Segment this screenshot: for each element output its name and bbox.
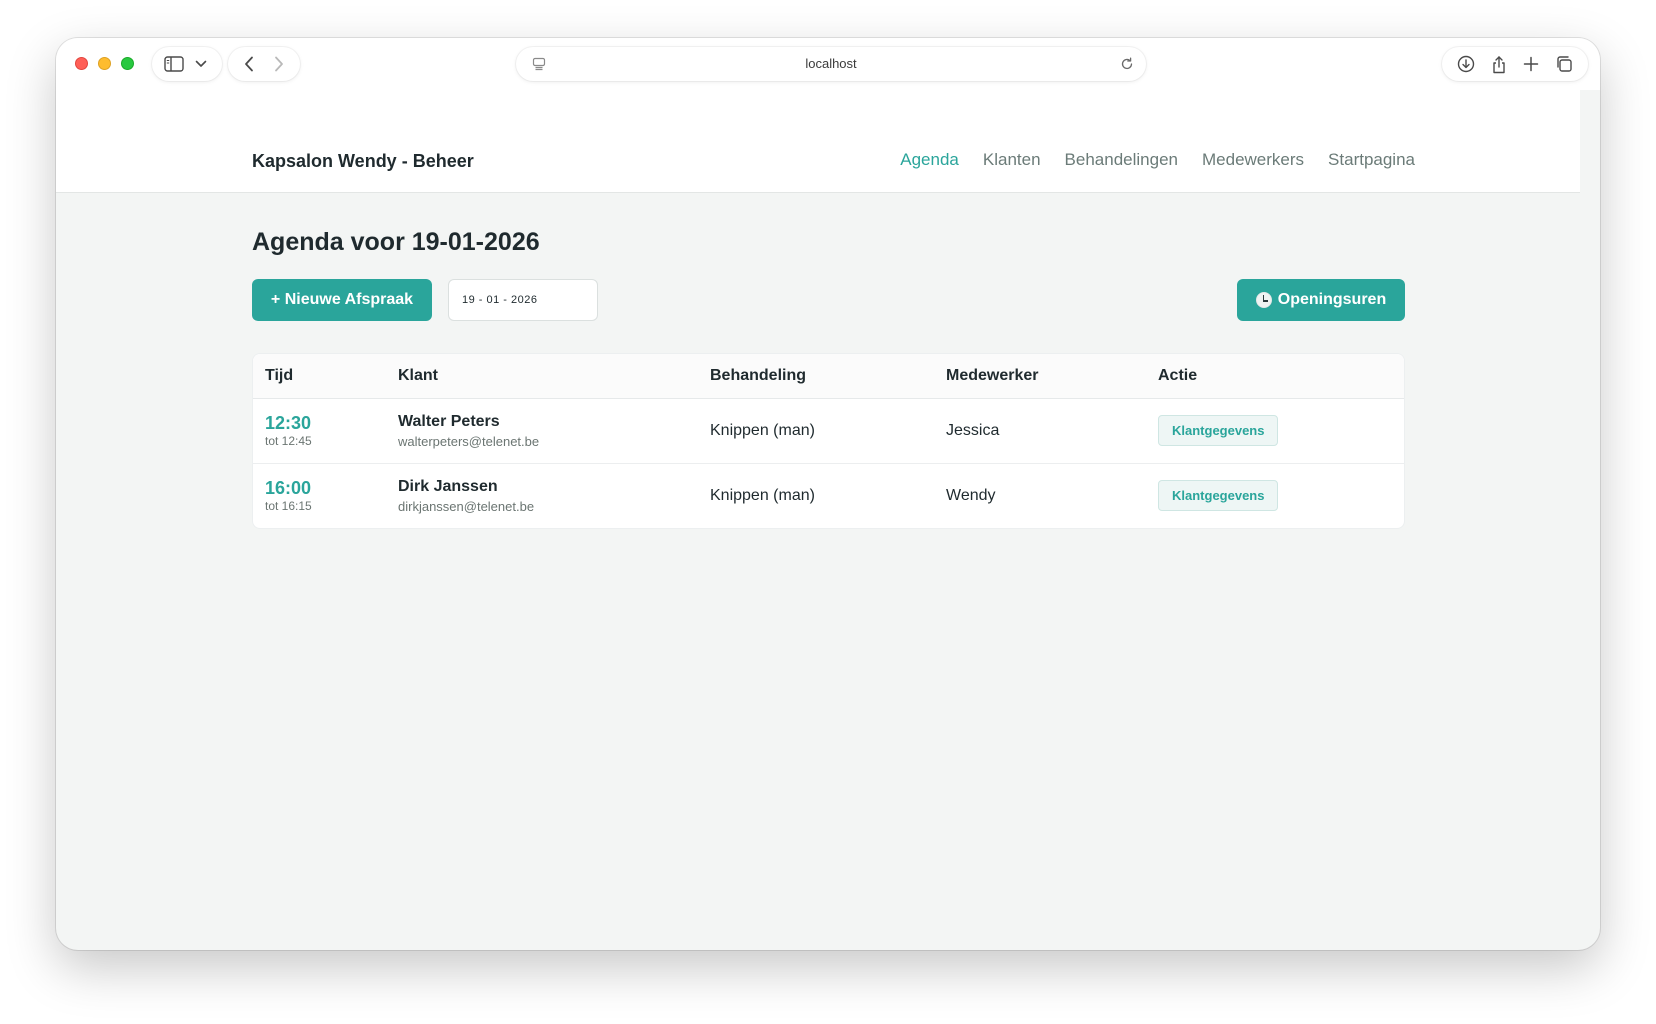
start-time: 12:30 (265, 413, 312, 433)
window-controls (75, 57, 134, 70)
main-nav: Agenda Klanten Behandelingen Medewerkers… (900, 150, 1415, 170)
app-brand: Kapsalon Wendy - Beheer (252, 151, 474, 171)
address-bar[interactable]: localhost (516, 47, 1146, 81)
nav-link-agenda[interactable]: Agenda (900, 150, 959, 170)
new-appointment-button[interactable]: + Nieuwe Afspraak (252, 279, 432, 321)
client-email: dirkjanssen@telenet.be (398, 498, 535, 514)
time-cell: 16:00 tot 16:15 (253, 463, 386, 528)
tab-overview-icon[interactable] (1551, 51, 1577, 77)
nav-link-behandelingen[interactable]: Behandelingen (1065, 150, 1178, 170)
sidebar-icon[interactable] (161, 51, 187, 77)
column-header-time: Tijd (253, 354, 386, 399)
start-time: 16:00 (265, 478, 312, 499)
action-cell: Klantgegevens (1146, 398, 1404, 464)
clock-icon (1255, 292, 1272, 308)
staff-cell: Jessica (934, 398, 1146, 464)
history-nav-group (228, 47, 300, 81)
client-details-button[interactable]: Klantgegevens (1158, 415, 1279, 446)
column-header-client: Klant (386, 354, 698, 399)
forward-arrow-icon[interactable] (266, 51, 292, 77)
nav-link-medewerkers[interactable]: Medewerkers (1202, 150, 1304, 170)
table-header-row: Tijd Klant Behandeling Medewerker Actie (253, 354, 1404, 399)
browser-actions-group (1442, 47, 1588, 81)
chevron-down-icon[interactable] (188, 51, 214, 77)
url-text: localhost (805, 56, 857, 71)
nav-link-klanten[interactable]: Klanten (983, 150, 1041, 170)
close-window-button[interactable] (75, 57, 88, 70)
app-header (56, 90, 1580, 193)
end-time: tot 12:45 (265, 434, 312, 448)
share-icon[interactable] (1486, 51, 1512, 77)
table-row: 16:00 tot 16:15 Dirk Janssen dirkjanssen… (253, 463, 1404, 528)
opening-hours-label: Openingsuren (1277, 291, 1387, 308)
download-icon[interactable] (1453, 51, 1479, 77)
nav-link-startpagina[interactable]: Startpagina (1328, 150, 1415, 170)
reload-icon[interactable] (1114, 51, 1140, 77)
minimize-window-button[interactable] (98, 57, 111, 70)
scrollbar-track (1580, 90, 1600, 193)
column-header-staff: Medewerker (934, 354, 1146, 399)
appointments-table: Tijd Klant Behandeling Medewerker Actie … (252, 353, 1405, 529)
client-cell: Walter Peters walterpeters@telenet.be (386, 398, 698, 464)
new-tab-icon[interactable] (1518, 51, 1544, 77)
browser-toolbar: localhost (56, 38, 1600, 90)
client-details-button[interactable]: Klantgegevens (1158, 480, 1279, 512)
staff-cell: Wendy (946, 486, 996, 504)
client-cell: Dirk Janssen dirkjanssen@telenet.be (386, 463, 698, 528)
client-email: walterpeters@telenet.be (398, 433, 540, 449)
treatment-cell: Knippen (man) (698, 398, 934, 464)
page-title: Agenda voor 19-01-2026 (252, 228, 540, 256)
browser-window: localhost Kapsalon Wendy - Beheer Agenda… (56, 38, 1600, 950)
client-name: Dirk Janssen (398, 477, 498, 495)
treatment-cell: Knippen (man) (710, 486, 815, 504)
date-picker-input[interactable] (448, 279, 598, 321)
agenda-toolbar: + Nieuwe Afspraak Openingsuren (252, 279, 1405, 321)
main-content: Agenda voor 19-01-2026 + Nieuwe Afspraak… (252, 228, 1405, 529)
sidebar-toggle-group (152, 47, 222, 81)
column-header-action: Actie (1146, 354, 1404, 399)
column-header-treatment: Behandeling (698, 354, 934, 399)
action-cell: Klantgegevens (1146, 463, 1404, 528)
table-row: 12:30 tot 12:45 Walter Peters walterpete… (253, 398, 1404, 464)
opening-hours-button[interactable]: Openingsuren (1237, 279, 1405, 321)
time-cell: 12:30 tot 12:45 (253, 398, 386, 464)
back-arrow-icon[interactable] (236, 51, 262, 77)
zoom-window-button[interactable] (121, 57, 134, 70)
client-name: Walter Peters (398, 412, 500, 430)
end-time: tot 16:15 (265, 499, 312, 514)
